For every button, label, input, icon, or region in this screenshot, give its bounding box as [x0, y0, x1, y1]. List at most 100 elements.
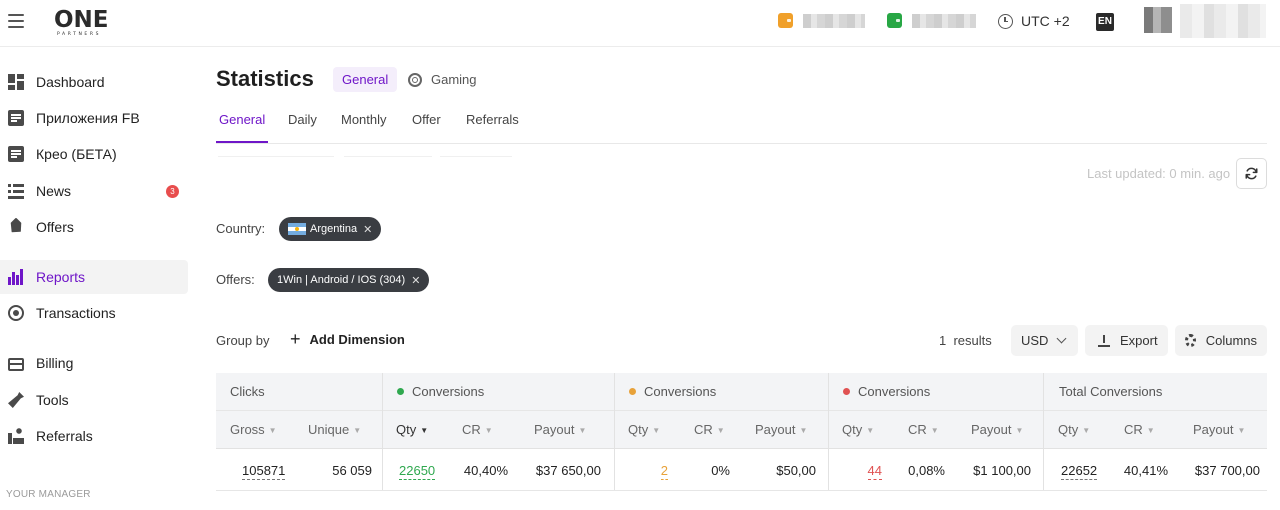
- gross-clicks-value[interactable]: 105871: [242, 463, 286, 480]
- remove-filter-icon[interactable]: ✕: [411, 274, 420, 287]
- timezone-selector[interactable]: UTC +2: [998, 13, 1070, 29]
- divider: [344, 156, 432, 157]
- pending-qty-value[interactable]: 2: [660, 463, 668, 480]
- sidebar-item-referrals[interactable]: Referrals: [0, 419, 188, 453]
- group-conversions-pending: Conversions: [629, 384, 716, 399]
- wallet-icon: [887, 13, 902, 28]
- tab-monthly[interactable]: Monthly: [341, 112, 387, 127]
- news-icon: [8, 183, 24, 199]
- group-clicks: Clicks: [230, 384, 265, 399]
- col-header-payout[interactable]: Payout ▼: [1193, 422, 1245, 437]
- logo-subtext: PARTNERS: [57, 32, 102, 37]
- results-label: results: [953, 333, 992, 348]
- columns-button[interactable]: Columns: [1175, 325, 1267, 356]
- col-header-payout[interactable]: Payout ▼: [755, 422, 807, 437]
- approved-cr-value: 40,40%: [463, 463, 508, 478]
- col-header-cr[interactable]: CR ▼: [462, 422, 493, 437]
- sidebar-item-offers[interactable]: Offers: [0, 210, 188, 244]
- red-status-dot: [843, 388, 850, 395]
- language-switch[interactable]: EN: [1096, 13, 1114, 31]
- sidebar-item-fb-apps[interactable]: Приложения FB: [0, 101, 188, 135]
- logo-text: ONE: [54, 7, 109, 33]
- bar-chart-icon: [8, 269, 24, 285]
- col-header-payout[interactable]: Payout ▼: [534, 422, 586, 437]
- blurred-user-name[interactable]: [1180, 4, 1266, 38]
- export-button[interactable]: Export: [1085, 325, 1168, 356]
- sidebar-item-label: News: [36, 183, 72, 199]
- sidebar-item-dashboard[interactable]: Dashboard: [0, 65, 188, 99]
- country-filter-value: Argentina: [310, 223, 358, 235]
- offers-filter-label: Offers:: [216, 272, 255, 287]
- report-tabs: General Daily Monthly Offer Referrals: [216, 100, 1267, 144]
- approved-qty-value[interactable]: 22650: [399, 463, 436, 480]
- mode-tab-general[interactable]: General: [333, 67, 398, 92]
- sidebar-item-transactions[interactable]: Transactions: [0, 296, 188, 330]
- dashboard-icon: [8, 74, 24, 90]
- col-header-qty[interactable]: Qty ▼: [842, 422, 874, 437]
- mode-tab-label: Gaming: [431, 72, 477, 87]
- avatar[interactable]: [1144, 7, 1172, 33]
- tab-offer[interactable]: Offer: [412, 112, 441, 127]
- group-by-label: Group by: [216, 333, 270, 348]
- sidebar-item-label: Tools: [36, 392, 69, 408]
- wallet-icon: [778, 13, 793, 28]
- chevron-down-icon: [1057, 333, 1067, 344]
- col-header-qty[interactable]: Qty ▼: [396, 422, 428, 437]
- col-header-cr[interactable]: CR ▼: [908, 422, 939, 437]
- page-title: Statistics: [216, 66, 314, 91]
- remove-filter-icon[interactable]: ✕: [363, 223, 372, 236]
- total-qty-value[interactable]: 22652: [1061, 463, 1098, 480]
- argentina-flag-icon: [288, 223, 306, 235]
- active-tab-underline: [216, 141, 268, 143]
- green-status-dot: [397, 388, 404, 395]
- news-count-badge: 3: [166, 184, 179, 198]
- tab-general[interactable]: General: [219, 112, 265, 127]
- add-dimension-button[interactable]: + Add Dimension: [290, 329, 405, 349]
- wrench-icon: [8, 392, 24, 408]
- group-total-conversions: Total Conversions: [1059, 384, 1163, 399]
- group-label: Conversions: [644, 384, 717, 399]
- gear-icon: [1185, 334, 1196, 347]
- hamburger-menu-icon[interactable]: [8, 14, 24, 28]
- sidebar-item-reports[interactable]: Reports: [0, 260, 188, 294]
- col-header-unique[interactable]: Unique ▼: [308, 422, 361, 437]
- offers-filter-chip[interactable]: 1Win | Android / IOS (304) ✕: [268, 268, 430, 292]
- col-header-payout[interactable]: Payout ▼: [971, 422, 1023, 437]
- clock-icon: [998, 13, 1013, 29]
- subheader-row: Gross ▼ Unique ▼ Qty ▼ CR ▼ Payout ▼ Qty ▼ CR ▼…: [216, 411, 1267, 449]
- wallet-balance-orange[interactable]: [778, 13, 865, 28]
- country-filter-chip[interactable]: Argentina ✕: [279, 217, 382, 241]
- sidebar-item-news[interactable]: News 3: [0, 174, 188, 208]
- sidebar-item-billing[interactable]: Billing: [0, 346, 188, 380]
- wallet-balance-green[interactable]: [887, 13, 976, 28]
- logo[interactable]: ONE PARTNERS: [54, 8, 109, 37]
- rejected-payout-value: $1 100,00: [973, 463, 1031, 478]
- col-header-cr[interactable]: CR ▼: [694, 422, 725, 437]
- results-number: 1: [939, 333, 947, 348]
- group-conversions-approved: Conversions: [397, 384, 484, 399]
- tab-daily[interactable]: Daily: [288, 112, 317, 127]
- col-header-qty[interactable]: Qty ▼: [628, 422, 660, 437]
- document-icon: [8, 110, 24, 126]
- rejected-qty-value[interactable]: 44: [867, 463, 882, 480]
- plus-icon: +: [290, 329, 301, 349]
- approved-payout-value: $37 650,00: [535, 463, 601, 478]
- refresh-button[interactable]: [1236, 158, 1267, 189]
- col-header-gross[interactable]: Gross ▼: [230, 422, 277, 437]
- pending-cr-value: 0%: [711, 463, 730, 478]
- blurred-balance: [803, 13, 865, 28]
- col-header-cr[interactable]: CR ▼: [1124, 422, 1155, 437]
- columns-label: Columns: [1205, 333, 1257, 348]
- row-divider: [216, 490, 1267, 491]
- group-label: Conversions: [412, 384, 485, 399]
- top-bar: ONE PARTNERS UTC +2 EN: [0, 0, 1280, 47]
- tab-referrals[interactable]: Referrals: [466, 112, 519, 127]
- sidebar-item-creo[interactable]: Крео (БЕТА): [0, 137, 188, 171]
- document-icon: [8, 146, 24, 162]
- currency-select[interactable]: USD: [1011, 325, 1078, 356]
- sidebar: Dashboard Приложения FB Крео (БЕТА) News…: [0, 48, 196, 510]
- col-header-qty[interactable]: Qty ▼: [1058, 422, 1090, 437]
- mode-tab-gaming[interactable]: Gaming: [408, 67, 477, 92]
- tag-icon: [6, 217, 25, 236]
- sidebar-item-tools[interactable]: Tools: [0, 383, 188, 417]
